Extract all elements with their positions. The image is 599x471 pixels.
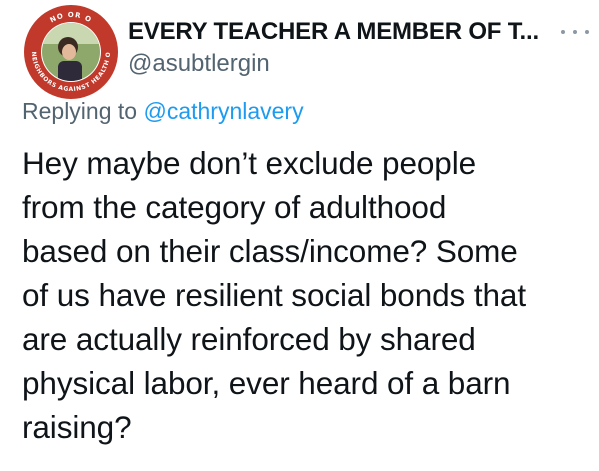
tweet-text-line: are actually reinforced by shared: [22, 321, 476, 357]
tweet-text-line: physical labor, ever heard of a barn: [22, 365, 511, 401]
replying-to: Replying to @cathrynlavery: [22, 97, 304, 125]
tweet-text-line: based on their class/income? Some: [22, 233, 518, 269]
tweet-text: Hey maybe don’t exclude people from the …: [22, 141, 592, 449]
avatar-image: NO OR O NEIGHBORS AGAINST HEALTH O: [24, 5, 118, 99]
tweet-text-line: raising?: [22, 409, 132, 445]
reply-mention-link[interactable]: @cathrynlavery: [143, 98, 303, 124]
display-name[interactable]: EVERY TEACHER A MEMBER OF T...: [128, 18, 568, 46]
tweet-text-line: Hey maybe don’t exclude people: [22, 145, 477, 181]
avatar[interactable]: NO OR O NEIGHBORS AGAINST HEALTH O: [22, 3, 120, 101]
more-horizontal-icon[interactable]: [561, 26, 589, 38]
tweet-header: EVERY TEACHER A MEMBER OF T... @asubtler…: [128, 18, 568, 78]
tweet-text-line: of us have resilient social bonds that: [22, 277, 526, 313]
replying-to-label: Replying to: [22, 98, 144, 124]
tweet-text-line: from the category of adulthood: [22, 189, 447, 225]
user-handle[interactable]: @asubtlergin: [128, 50, 568, 78]
tweet: NO OR O NEIGHBORS AGAINST HEALTH O EVERY…: [0, 0, 599, 471]
